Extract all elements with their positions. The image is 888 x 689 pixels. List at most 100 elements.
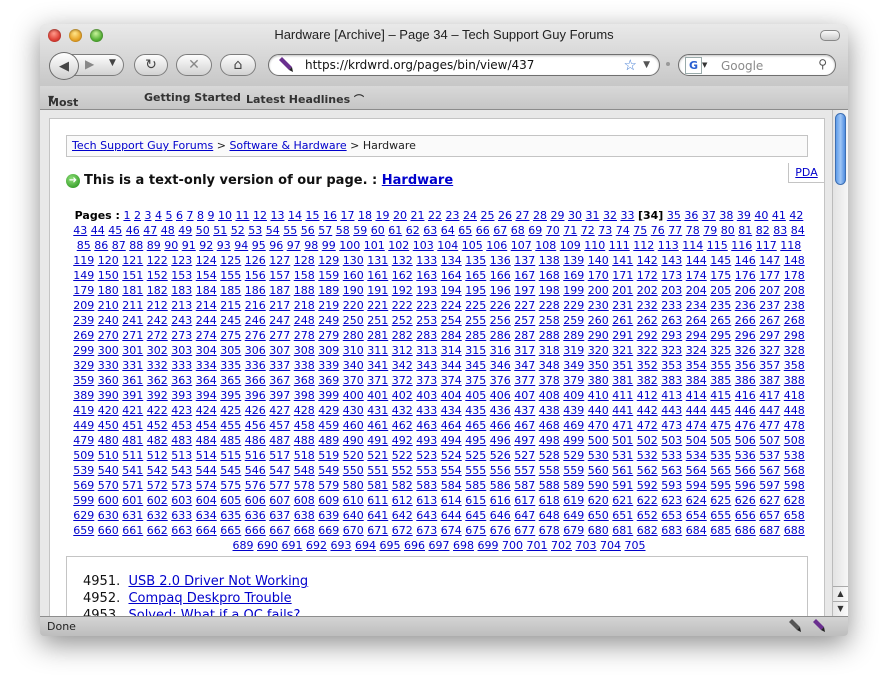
page-link[interactable]: 129: [318, 254, 339, 267]
page-link[interactable]: 356: [735, 359, 756, 372]
page-link[interactable]: 374: [441, 374, 462, 387]
page-link[interactable]: 388: [784, 374, 805, 387]
page-link[interactable]: 169: [563, 269, 584, 282]
page-link[interactable]: 236: [735, 299, 756, 312]
page-link[interactable]: 588: [539, 479, 560, 492]
page-link[interactable]: 493: [416, 434, 437, 447]
page-link[interactable]: 678: [539, 524, 560, 537]
page-link[interactable]: 230: [588, 299, 609, 312]
page-link[interactable]: 125: [220, 254, 241, 267]
page-link[interactable]: 111: [609, 239, 630, 252]
page-link[interactable]: 676: [490, 524, 511, 537]
page-link[interactable]: 483: [171, 434, 192, 447]
page-link[interactable]: 279: [318, 329, 339, 342]
page-link[interactable]: 255: [465, 314, 486, 327]
page-link[interactable]: 64: [441, 224, 455, 237]
page-link[interactable]: 361: [122, 374, 143, 387]
page-link[interactable]: 154: [196, 269, 217, 282]
page-link[interactable]: 522: [392, 449, 413, 462]
page-link[interactable]: 14: [288, 209, 302, 222]
page-link[interactable]: 508: [784, 434, 805, 447]
page-link[interactable]: 472: [637, 419, 658, 432]
page-link[interactable]: 198: [539, 284, 560, 297]
page-link[interactable]: 63: [423, 224, 437, 237]
page-link[interactable]: 578: [294, 479, 315, 492]
page-link[interactable]: 603: [171, 494, 192, 507]
page-link[interactable]: 626: [735, 494, 756, 507]
page-link[interactable]: 127: [269, 254, 290, 267]
breadcrumb-home-link[interactable]: Tech Support Guy Forums: [72, 139, 213, 152]
page-link[interactable]: 572: [147, 479, 168, 492]
page-link[interactable]: 89: [147, 239, 161, 252]
page-link[interactable]: 587: [514, 479, 535, 492]
page-link[interactable]: 521: [367, 449, 388, 462]
scrollbar-thumb[interactable]: [835, 113, 846, 185]
page-link[interactable]: 555: [465, 464, 486, 477]
page-link[interactable]: 437: [514, 404, 535, 417]
page-link[interactable]: 548: [294, 464, 315, 477]
page-link[interactable]: 591: [612, 479, 633, 492]
page-link[interactable]: 546: [245, 464, 266, 477]
page-link[interactable]: 573: [171, 479, 192, 492]
page-link[interactable]: 414: [686, 389, 707, 402]
page-link[interactable]: 455: [220, 419, 241, 432]
page-link[interactable]: 668: [294, 524, 315, 537]
page-link[interactable]: 161: [367, 269, 388, 282]
page-link[interactable]: 31: [585, 209, 599, 222]
page-link[interactable]: 450: [98, 419, 119, 432]
page-link[interactable]: 644: [441, 509, 462, 522]
page-link[interactable]: 357: [759, 359, 780, 372]
page-link[interactable]: 390: [98, 389, 119, 402]
page-link[interactable]: 345: [465, 359, 486, 372]
page-link[interactable]: 210: [98, 299, 119, 312]
page-link[interactable]: 247: [269, 314, 290, 327]
page-link[interactable]: 519: [318, 449, 339, 462]
page-link[interactable]: 69: [528, 224, 542, 237]
page-link[interactable]: 331: [122, 359, 143, 372]
page-link[interactable]: 153: [171, 269, 192, 282]
page-link[interactable]: 196: [490, 284, 511, 297]
page-link[interactable]: 350: [588, 359, 609, 372]
page-link[interactable]: 610: [343, 494, 364, 507]
page-link[interactable]: 320: [588, 344, 609, 357]
page-link[interactable]: 108: [535, 239, 556, 252]
google-engine-icon[interactable]: G: [685, 57, 702, 74]
page-link[interactable]: 569: [73, 479, 94, 492]
page-link[interactable]: 399: [318, 389, 339, 402]
page-link[interactable]: 265: [710, 314, 731, 327]
page-link[interactable]: 480: [98, 434, 119, 447]
page-link[interactable]: 432: [392, 404, 413, 417]
page-link[interactable]: 258: [539, 314, 560, 327]
page-link[interactable]: 688: [784, 524, 805, 537]
page-link[interactable]: 489: [318, 434, 339, 447]
page-link[interactable]: 268: [784, 314, 805, 327]
page-link[interactable]: 682: [637, 524, 658, 537]
page-link[interactable]: 48: [161, 224, 175, 237]
page-link[interactable]: 529: [563, 449, 584, 462]
page-link[interactable]: 552: [392, 464, 413, 477]
page-link[interactable]: 113: [658, 239, 679, 252]
page-link[interactable]: 40: [754, 209, 768, 222]
page-link[interactable]: 452: [147, 419, 168, 432]
page-link[interactable]: 37: [702, 209, 716, 222]
page-link[interactable]: 439: [563, 404, 584, 417]
page-link[interactable]: 156: [245, 269, 266, 282]
page-link[interactable]: 636: [245, 509, 266, 522]
page-link[interactable]: 79: [703, 224, 717, 237]
page-link[interactable]: 421: [122, 404, 143, 417]
page-link[interactable]: 277: [269, 329, 290, 342]
page-link[interactable]: 443: [661, 404, 682, 417]
page-link[interactable]: 405: [465, 389, 486, 402]
page-link[interactable]: 684: [686, 524, 707, 537]
page-link[interactable]: 511: [122, 449, 143, 462]
page-link[interactable]: 253: [416, 314, 437, 327]
page-link[interactable]: 467: [514, 419, 535, 432]
page-link[interactable]: 124: [196, 254, 217, 267]
page-link[interactable]: 122: [147, 254, 168, 267]
page-link[interactable]: 554: [441, 464, 462, 477]
page-link[interactable]: 184: [196, 284, 217, 297]
page-link[interactable]: 515: [220, 449, 241, 462]
addon-status-icon[interactable]: [788, 619, 802, 633]
page-link[interactable]: 189: [318, 284, 339, 297]
page-link[interactable]: 304: [196, 344, 217, 357]
